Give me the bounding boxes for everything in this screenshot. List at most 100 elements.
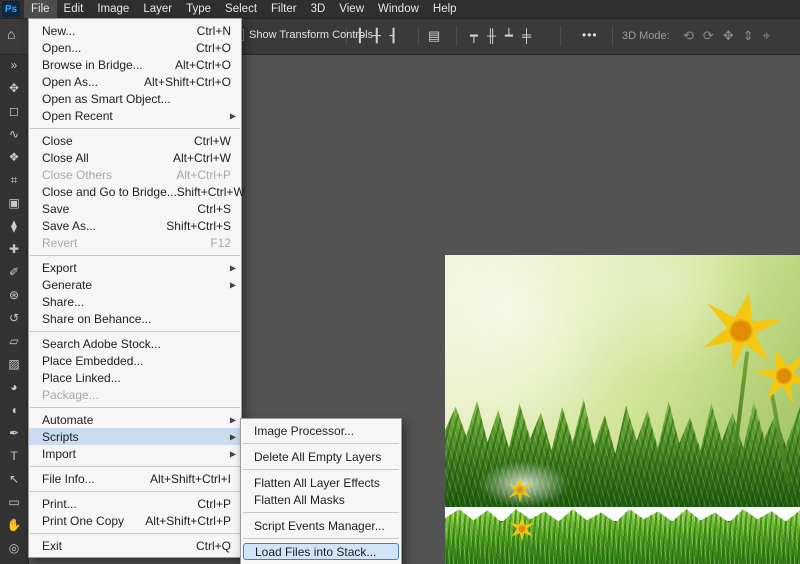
- menubar-item-image[interactable]: Image: [90, 0, 136, 18]
- align-vertical-centers-icon[interactable]: ╫: [487, 26, 496, 46]
- photoshop-logo-icon[interactable]: Ps: [2, 1, 20, 17]
- menu-item-browse-in-bridge[interactable]: Browse in Bridge... Alt+Ctrl+O: [29, 56, 241, 73]
- menubar-item-select[interactable]: Select: [218, 0, 264, 18]
- menu-item-share[interactable]: Share...: [29, 293, 241, 310]
- 3d-pan-icon[interactable]: ✥: [723, 26, 734, 46]
- menu-item-share-on-behance[interactable]: Share on Behance...: [29, 310, 241, 327]
- submenu-item-flatten-all-masks[interactable]: Flatten All Masks: [241, 491, 401, 508]
- submenu-item-load-multiple-dicom-files[interactable]: Load Multiple DICOM Files...: [241, 560, 407, 564]
- menu-item-close[interactable]: Close Ctrl+W: [29, 132, 241, 149]
- submenu-item-label: Delete All Empty Layers: [254, 449, 382, 464]
- 3d-zoom-icon[interactable]: ⌖: [763, 26, 770, 46]
- eraser-tool-icon[interactable]: ▱: [0, 330, 28, 353]
- align-right-edges-icon[interactable]: ┨: [390, 26, 398, 46]
- menu-item-open[interactable]: Open... Ctrl+O: [29, 39, 241, 56]
- align-horizontal-centers-icon[interactable]: ╂: [373, 26, 381, 46]
- submenu-item-image-processor[interactable]: Image Processor...: [241, 422, 401, 439]
- submenu-item-label: Flatten All Masks: [254, 492, 345, 507]
- menu-item-shortcut: Ctrl+S: [197, 201, 231, 216]
- menu-item-file-info[interactable]: File Info... Alt+Shift+Ctrl+I: [29, 470, 241, 487]
- menubar-item-label: File: [31, 3, 50, 15]
- align-bottom-edges-icon[interactable]: ┷: [505, 26, 513, 46]
- menu-item-label: Print...: [42, 496, 77, 511]
- daffodil-flower-small: [509, 516, 535, 542]
- expand-tools-icon[interactable]: »: [0, 54, 28, 77]
- menu-item-label: Open as Smart Object...: [42, 91, 171, 106]
- slice-tool-icon[interactable]: ▣: [0, 192, 28, 215]
- pen-tool-icon[interactable]: ✒: [0, 422, 28, 445]
- home-icon[interactable]: ⌂: [7, 26, 15, 42]
- move-tool-icon[interactable]: ✥: [0, 77, 28, 100]
- hand-tool-icon[interactable]: ✋: [0, 514, 28, 537]
- menu-item-generate[interactable]: Generate ▶: [29, 276, 241, 293]
- menubar-item-filter[interactable]: Filter: [264, 0, 304, 18]
- gradient-tool-icon[interactable]: ▨: [0, 353, 28, 376]
- align-left-edges-icon[interactable]: ┠: [356, 26, 364, 46]
- menu-item-save[interactable]: Save Ctrl+S: [29, 200, 241, 217]
- show-transform-controls[interactable]: Show Transform Controls: [232, 29, 373, 41]
- menu-item-import[interactable]: Import ▶: [29, 445, 241, 462]
- 3d-slide-icon[interactable]: ⇕: [743, 26, 754, 46]
- 3d-roll-icon[interactable]: ⟳: [703, 26, 714, 46]
- menu-item-place-embedded[interactable]: Place Embedded...: [29, 352, 241, 369]
- menu-item-automate[interactable]: Automate ▶: [29, 411, 241, 428]
- zoom-tool-icon[interactable]: ◎: [0, 537, 28, 560]
- menubar-item-view[interactable]: View: [332, 0, 371, 18]
- submenu-arrow-icon: ▶: [229, 415, 236, 424]
- menubar-item-layer[interactable]: Layer: [136, 0, 179, 18]
- submenu-item-delete-all-empty-layers[interactable]: Delete All Empty Layers: [241, 448, 401, 465]
- menubar-item-window[interactable]: Window: [371, 0, 426, 18]
- align-options-group: ▤: [428, 26, 440, 46]
- healing-brush-tool-icon[interactable]: ✚: [0, 238, 28, 261]
- menu-item-print[interactable]: Print... Ctrl+P: [29, 495, 241, 512]
- menu-item-package[interactable]: Package...: [29, 386, 241, 403]
- menu-item-place-linked[interactable]: Place Linked...: [29, 369, 241, 386]
- marquee-tool-icon[interactable]: ◻: [0, 100, 28, 123]
- menu-item-export[interactable]: Export ▶: [29, 259, 241, 276]
- 3d-orbit-icon[interactable]: ⟲: [683, 26, 694, 46]
- align-options-icon[interactable]: ▤: [428, 26, 440, 46]
- menu-item-search-adobe-stock[interactable]: Search Adobe Stock...: [29, 335, 241, 352]
- menu-item-close-others[interactable]: Close Others Alt+Ctrl+P: [29, 166, 241, 183]
- menu-item-revert[interactable]: Revert F12: [29, 234, 241, 251]
- menu-item-scripts[interactable]: Scripts ▶: [29, 428, 241, 445]
- quick-selection-tool-icon[interactable]: ❖: [0, 146, 28, 169]
- align-top-edges-icon[interactable]: ┯: [470, 26, 478, 46]
- menubar-item-edit[interactable]: Edit: [57, 0, 91, 18]
- crop-tool-icon[interactable]: ⌗: [0, 169, 28, 192]
- menu-item-open-as[interactable]: Open As... Alt+Shift+Ctrl+O: [29, 73, 241, 90]
- menu-item-close-and-go-to-bridge[interactable]: Close and Go to Bridge... Shift+Ctrl+W: [29, 183, 245, 200]
- history-brush-tool-icon[interactable]: ↺: [0, 307, 28, 330]
- menubar-item-file[interactable]: File: [24, 0, 57, 18]
- menu-item-close-all[interactable]: Close All Alt+Ctrl+W: [29, 149, 241, 166]
- menu-item-print-one-copy[interactable]: Print One Copy Alt+Shift+Ctrl+P: [29, 512, 241, 529]
- clone-stamp-tool-icon[interactable]: ⊛: [0, 284, 28, 307]
- options-separator: [612, 26, 613, 46]
- submenu-item-flatten-all-layer-effects[interactable]: Flatten All Layer Effects: [241, 474, 401, 491]
- brush-tool-icon[interactable]: ✐: [0, 261, 28, 284]
- menubar-item-3d[interactable]: 3D: [304, 0, 333, 18]
- menu-item-new[interactable]: New... Ctrl+N: [29, 22, 241, 39]
- daffodil-document-image[interactable]: [445, 255, 800, 564]
- rectangle-tool-icon[interactable]: ▭: [0, 491, 28, 514]
- menu-separator: [30, 128, 240, 129]
- menu-item-open-recent[interactable]: Open Recent ▶: [29, 107, 241, 124]
- lasso-tool-icon[interactable]: ∿: [0, 123, 28, 146]
- submenu-item-script-events-manager[interactable]: Script Events Manager...: [241, 517, 401, 534]
- distribute-horizontal-icon[interactable]: ╪: [522, 26, 531, 46]
- submenu-item-load-files-into-stack[interactable]: Load Files into Stack...: [243, 543, 399, 560]
- blur-tool-icon[interactable]: ◕: [0, 376, 28, 399]
- path-selection-tool-icon[interactable]: ↖: [0, 468, 28, 491]
- menu-item-exit[interactable]: Exit Ctrl+Q: [29, 537, 241, 554]
- menubar-item-type[interactable]: Type: [179, 0, 218, 18]
- type-tool-icon[interactable]: T: [0, 445, 28, 468]
- scripts-submenu: Image Processor... Delete All Empty Laye…: [240, 418, 407, 564]
- more-options-icon[interactable]: •••: [582, 28, 598, 42]
- eyedropper-tool-icon[interactable]: ⧫: [0, 215, 28, 238]
- submenu-arrow-icon: ▶: [229, 263, 236, 272]
- menu-item-shortcut: Shift+Ctrl+W: [176, 184, 245, 199]
- menu-item-save-as[interactable]: Save As... Shift+Ctrl+S: [29, 217, 241, 234]
- menu-item-open-as-smart-object[interactable]: Open as Smart Object...: [29, 90, 241, 107]
- dodge-tool-icon[interactable]: ◖: [0, 399, 28, 422]
- menubar-item-help[interactable]: Help: [426, 0, 464, 18]
